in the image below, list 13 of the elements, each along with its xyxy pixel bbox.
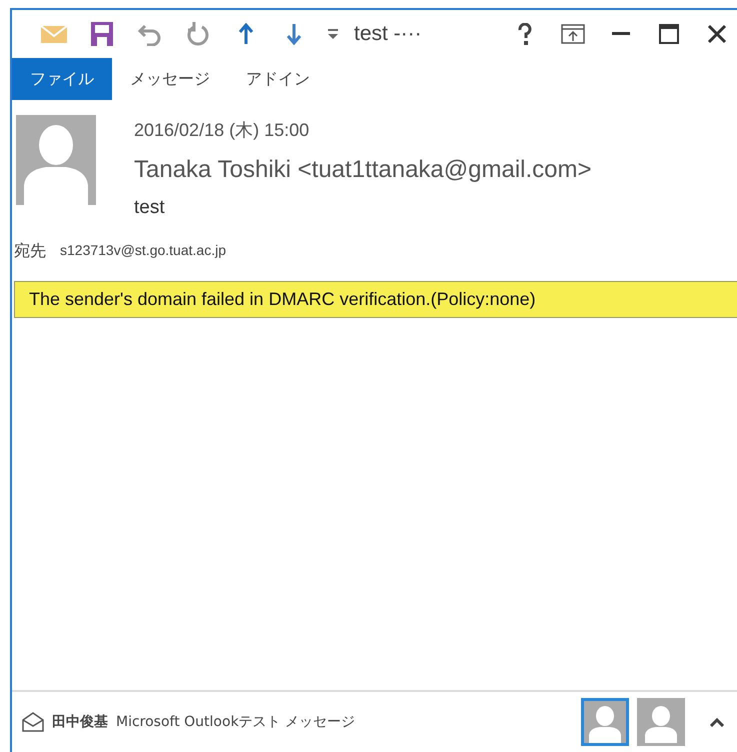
- contact-avatar[interactable]: [581, 698, 629, 746]
- date-text: 2016/02/18 (木) 15:00: [134, 119, 310, 142]
- sender-text: Tanaka Toshiki <tuat1ttanaka@gmail.com>: [134, 155, 592, 185]
- message-snippet: Microsoft Outlookテスト メッセージ: [116, 712, 356, 732]
- person-name: 田中俊基: [52, 712, 108, 732]
- recipient-address: s123713v@st.go.tuat.ac.jp: [60, 241, 226, 260]
- envelope-icon: [22, 712, 44, 732]
- to-label: 宛先: [14, 240, 46, 262]
- avatar-icon: [16, 115, 96, 205]
- ribbon-tab[interactable]: ファイル: [12, 58, 112, 100]
- subject-text: test: [134, 196, 166, 220]
- window-title: test -···: [354, 21, 422, 48]
- info-bar: The sender's domain failed in DMARC verification.(Policy:none): [14, 280, 737, 318]
